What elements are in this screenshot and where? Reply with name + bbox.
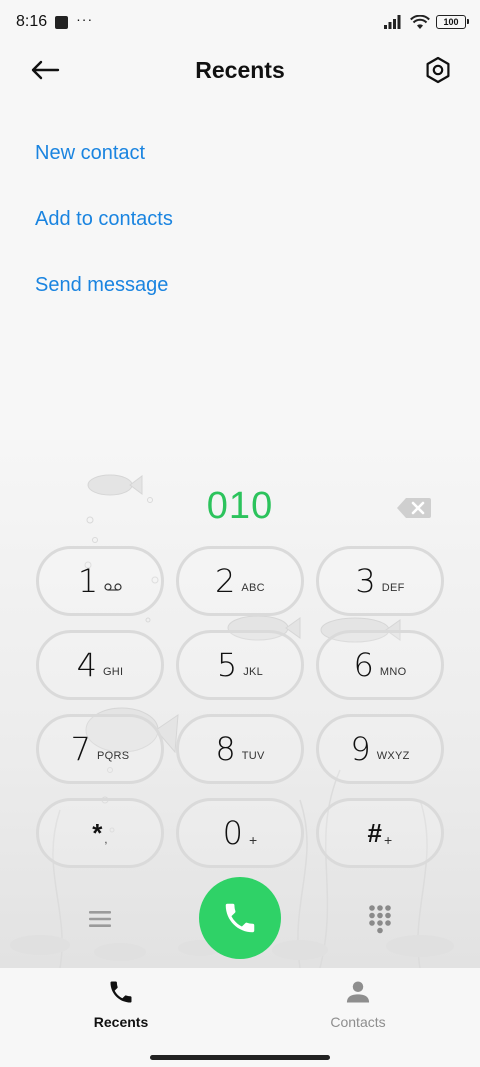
key-digit: 9 — [350, 730, 371, 768]
key-letters: DEF — [381, 582, 405, 594]
battery-level: 100 — [443, 17, 459, 27]
key-digit: 1 — [77, 562, 99, 600]
wifi-icon — [410, 14, 430, 29]
bottom-nav: Recents Contacts — [0, 968, 480, 1067]
dialpad-grid-icon — [369, 905, 391, 934]
call-button[interactable] — [199, 877, 281, 959]
keypad: 1 2 ABC 3 DEF 4 GHI 5 JKL 6 MNO 7 PQRS 8… — [36, 546, 446, 868]
person-icon — [346, 981, 370, 1003]
back-button[interactable] — [30, 54, 70, 86]
header: Recents — [0, 44, 480, 96]
menu-button[interactable] — [86, 905, 114, 933]
key-letters: ABC — [241, 582, 265, 594]
key-letters: + — [383, 832, 393, 848]
nav-label: Contacts — [330, 1014, 386, 1030]
nav-contacts[interactable]: Contacts — [298, 978, 418, 1030]
key-hash[interactable]: # + — [316, 798, 444, 868]
key-digit: 7 — [70, 730, 91, 768]
phone-call-icon — [225, 903, 255, 933]
key-8[interactable]: 8 TUV — [176, 714, 304, 784]
back-arrow-icon — [31, 60, 60, 80]
backspace-button[interactable] — [397, 497, 431, 519]
key-letters: + — [248, 832, 258, 848]
key-star[interactable]: * , — [36, 798, 164, 868]
menu-icon — [89, 911, 111, 927]
key-digit: 6 — [353, 646, 374, 684]
key-digit: 0 — [222, 814, 243, 852]
key-digit: 2 — [215, 562, 236, 600]
signal-icon — [384, 15, 401, 29]
home-indicator[interactable] — [150, 1055, 330, 1060]
settings-hexagon-icon — [426, 56, 450, 84]
key-letters: GHI — [102, 666, 124, 678]
key-5[interactable]: 5 JKL — [176, 630, 304, 700]
page-title: Recents — [195, 56, 285, 83]
key-letters: WXYZ — [376, 750, 410, 762]
key-digit: * — [92, 817, 103, 848]
key-1[interactable]: 1 — [36, 546, 164, 616]
key-0[interactable]: 0 + — [176, 798, 304, 868]
key-digit: 4 — [76, 646, 97, 684]
key-6[interactable]: 6 MNO — [316, 630, 444, 700]
status-dots: ··· — [76, 11, 94, 27]
add-to-contacts-link[interactable]: Add to contacts — [35, 196, 173, 262]
key-digit: 5 — [216, 646, 238, 684]
send-message-link[interactable]: Send message — [35, 262, 173, 328]
key-9[interactable]: 9 WXYZ — [316, 714, 444, 784]
key-letters: JKL — [243, 666, 264, 678]
key-3[interactable]: 3 DEF — [316, 546, 444, 616]
settings-button[interactable] — [422, 54, 454, 86]
key-7[interactable]: 7 PQRS — [36, 714, 164, 784]
voicemail-icon — [104, 583, 122, 591]
new-contact-link[interactable]: New contact — [35, 130, 173, 196]
action-list: New contact Add to contacts Send message — [35, 130, 173, 328]
key-letters: PQRS — [96, 750, 130, 762]
phone-icon — [110, 981, 132, 1003]
nav-recents[interactable]: Recents — [61, 978, 181, 1030]
key-digit: # — [367, 817, 382, 848]
dialpad-toggle-button[interactable] — [367, 903, 393, 935]
key-2[interactable]: 2 ABC — [176, 546, 304, 616]
battery-icon: 100 — [436, 15, 469, 29]
key-4[interactable]: 4 GHI — [36, 630, 164, 700]
status-bar: 8:16 ··· 100 — [0, 0, 480, 44]
key-letters: TUV — [241, 750, 265, 762]
key-letters: MNO — [379, 666, 407, 678]
key-letters: , — [104, 834, 108, 846]
status-time: 8:16 — [16, 13, 48, 30]
app-square-icon — [55, 15, 69, 29]
key-digit: 8 — [215, 730, 236, 768]
key-digit: 3 — [355, 562, 376, 600]
nav-label: Recents — [93, 1014, 149, 1030]
backspace-icon — [397, 498, 431, 518]
